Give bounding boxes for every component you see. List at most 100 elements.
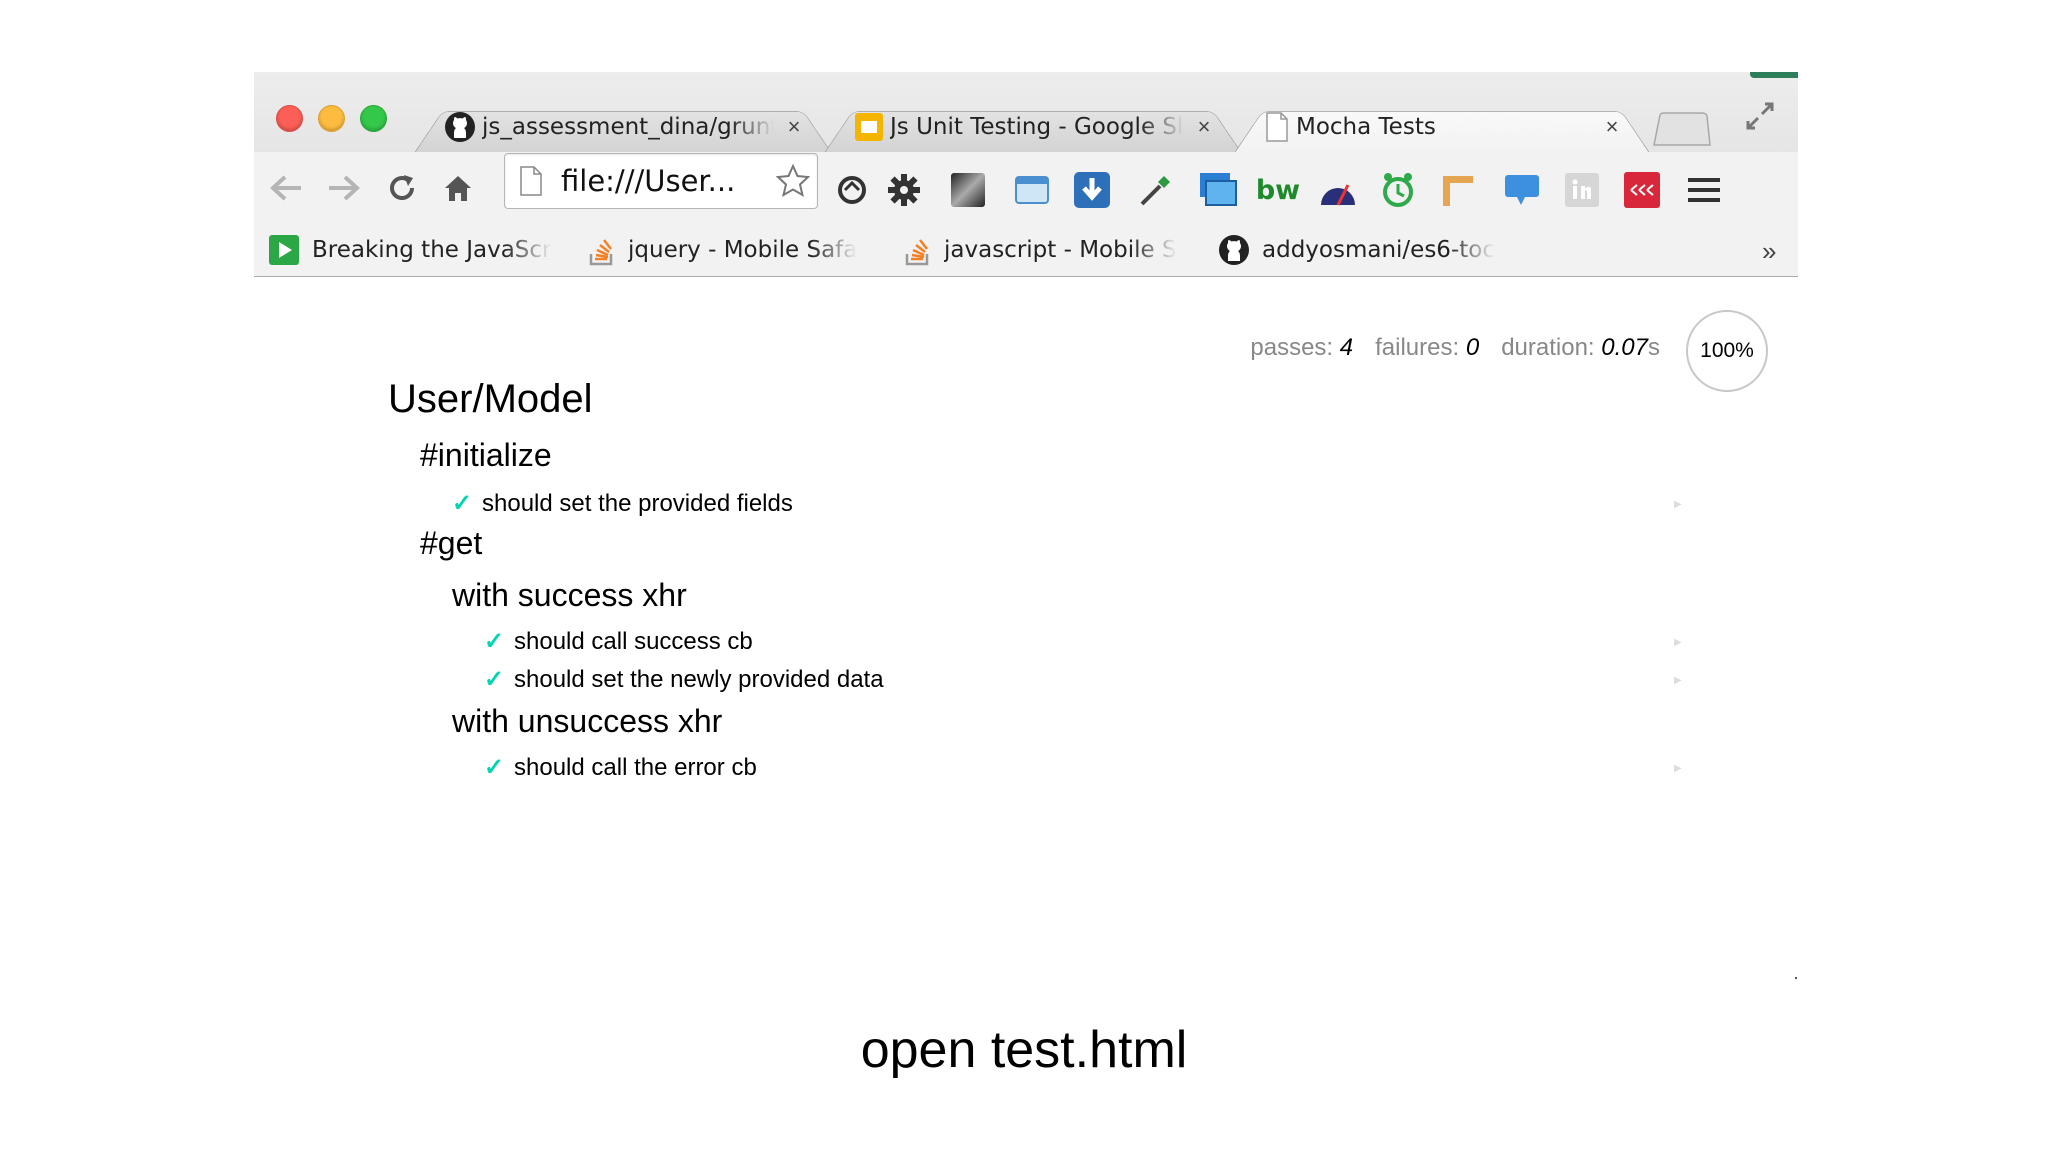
download-icon bbox=[1074, 172, 1110, 208]
download-extension[interactable] bbox=[1072, 170, 1112, 210]
screenshot-extension[interactable] bbox=[1198, 170, 1238, 210]
window-accent bbox=[1750, 72, 1798, 78]
duration-unit: s bbox=[1648, 334, 1660, 361]
speech-bubble-icon bbox=[1505, 175, 1539, 205]
alarm-extension[interactable] bbox=[1378, 170, 1418, 210]
suite-get-title[interactable]: #get bbox=[420, 525, 482, 562]
slide-caption: open test.html bbox=[860, 1021, 1188, 1079]
stackoverflow-icon bbox=[589, 239, 613, 266]
speed-extension[interactable] bbox=[1318, 170, 1358, 210]
bookmark-item[interactable]: Breaking the JavaScr bbox=[268, 234, 568, 266]
address-bar[interactable]: file:///User... bbox=[504, 153, 818, 209]
test-title: should call success cb bbox=[514, 627, 753, 655]
forward-button[interactable] bbox=[326, 170, 362, 206]
bw-extension[interactable]: bw bbox=[1255, 170, 1301, 210]
bookmarks-bar: Breaking the JavaScr jquery - Mobile Saf… bbox=[254, 224, 1798, 276]
tab-title: js_assessment_dina/grunt bbox=[482, 114, 774, 140]
test-item[interactable]: ✓ should call the error cb bbox=[484, 753, 1684, 782]
hamburger-menu-icon bbox=[1688, 178, 1720, 202]
bookmark-label: jquery - Mobile Safa bbox=[628, 237, 858, 263]
document-icon bbox=[1266, 112, 1288, 142]
tab-github-repo[interactable]: js_assessment_dina/grunt × bbox=[414, 102, 832, 153]
suite-success-title[interactable]: with success xhr bbox=[452, 577, 687, 614]
settings-extension[interactable] bbox=[884, 170, 924, 210]
home-button[interactable] bbox=[440, 170, 476, 206]
gear-icon bbox=[888, 174, 920, 206]
star-icon[interactable] bbox=[775, 163, 811, 199]
close-icon[interactable]: × bbox=[1192, 114, 1216, 139]
github-icon bbox=[445, 112, 475, 142]
passes-value: 4 bbox=[1339, 334, 1354, 361]
dark-extension[interactable] bbox=[948, 170, 988, 210]
test-title: should set the newly provided data bbox=[514, 665, 884, 693]
bookmark-item[interactable]: javascript - Mobile S bbox=[904, 234, 1194, 266]
tab-title: Js Unit Testing - Google Sl bbox=[890, 114, 1184, 140]
suite-title[interactable]: User/Model bbox=[388, 377, 593, 422]
red-box-icon bbox=[1624, 172, 1660, 208]
linkedin-extension[interactable] bbox=[1562, 170, 1602, 210]
suite-initialize-title[interactable]: #initialize bbox=[420, 437, 552, 474]
close-window-button[interactable] bbox=[276, 105, 303, 132]
duration-label: duration: bbox=[1501, 334, 1595, 361]
ruler-extension[interactable] bbox=[1438, 170, 1478, 210]
page-icon bbox=[520, 166, 542, 196]
replay-arrow-icon[interactable]: ▶ bbox=[1674, 499, 1682, 510]
test-item[interactable]: ✓ should call success cb bbox=[484, 627, 1684, 656]
zoom-window-button[interactable] bbox=[360, 105, 387, 132]
check-icon: ✓ bbox=[484, 754, 505, 781]
test-item[interactable]: ✓ should set the newly provided data bbox=[484, 665, 1684, 694]
close-icon[interactable]: × bbox=[782, 114, 806, 139]
tab-title: Mocha Tests bbox=[1296, 114, 1436, 140]
mocha-stats: passes: 4 failures: 0 duration: 0.07s bbox=[1250, 334, 1660, 362]
tab-google-slides[interactable]: Js Unit Testing - Google Sl × bbox=[824, 102, 1242, 153]
replay-arrow-icon[interactable]: ▶ bbox=[1674, 675, 1682, 686]
back-button[interactable] bbox=[268, 170, 304, 206]
replay-arrow-icon[interactable]: ▶ bbox=[1674, 763, 1682, 774]
slides-icon bbox=[855, 113, 883, 141]
screenshot-icon bbox=[1200, 173, 1237, 206]
test-item[interactable]: ✓ should set the provided fields bbox=[452, 489, 1652, 518]
eyedropper-icon bbox=[1140, 176, 1170, 206]
replay-arrow-icon[interactable]: ▶ bbox=[1674, 637, 1682, 648]
new-tab-button[interactable] bbox=[1650, 112, 1712, 146]
browser-window: js_assessment_dina/grunt × Js Unit Testi… bbox=[254, 72, 1798, 977]
duration-stat: duration: 0.07s bbox=[1501, 334, 1660, 362]
failures-label: failures: bbox=[1375, 334, 1460, 361]
monochrome-icon bbox=[951, 173, 985, 207]
progress-ring: 100% bbox=[1686, 310, 1768, 392]
bookmark-item[interactable]: addyosmani/es6-toc bbox=[1218, 234, 1518, 266]
chat-extension[interactable] bbox=[1502, 170, 1542, 210]
window-extension[interactable] bbox=[1012, 170, 1052, 210]
passes-stat[interactable]: passes: 4 bbox=[1250, 334, 1353, 362]
stackoverflow-icon bbox=[905, 239, 929, 266]
url-text[interactable]: file:///User... bbox=[561, 164, 735, 198]
page-content: passes: 4 failures: 0 duration: 0.07s 10… bbox=[254, 277, 1798, 977]
tab-mocha-tests[interactable]: Mocha Tests × bbox=[1234, 102, 1650, 153]
github-icon bbox=[1219, 235, 1249, 265]
menu-button[interactable] bbox=[1684, 170, 1724, 210]
bookmarks-overflow-button[interactable]: » bbox=[1762, 236, 1776, 267]
fullscreen-icon[interactable] bbox=[1744, 100, 1776, 132]
suite-unsuccess-title[interactable]: with unsuccess xhr bbox=[452, 703, 722, 740]
window-icon bbox=[1015, 176, 1049, 204]
stray-dot bbox=[1795, 977, 1797, 979]
reload-button[interactable] bbox=[384, 170, 420, 206]
browser-chrome: js_assessment_dina/grunt × Js Unit Testi… bbox=[254, 72, 1798, 277]
bw-logo-label: bw bbox=[1255, 174, 1301, 206]
duration-value: 0.07 bbox=[1601, 334, 1648, 361]
close-icon[interactable]: × bbox=[1600, 114, 1624, 139]
bookmark-item[interactable]: jquery - Mobile Safa bbox=[588, 234, 878, 266]
red-extension[interactable] bbox=[1622, 170, 1662, 210]
reload-icon bbox=[390, 175, 414, 200]
failures-stat[interactable]: failures: 0 bbox=[1375, 334, 1479, 362]
failures-value: 0 bbox=[1465, 334, 1480, 361]
bookmark-label: addyosmani/es6-toc bbox=[1262, 237, 1495, 263]
test-title: should call the error cb bbox=[514, 753, 757, 781]
linkedin-icon bbox=[1565, 173, 1599, 207]
minimize-window-button[interactable] bbox=[318, 105, 345, 132]
home-icon bbox=[445, 176, 471, 201]
sync-extension[interactable] bbox=[832, 170, 872, 210]
eyedropper-extension[interactable] bbox=[1136, 170, 1176, 210]
passes-label: passes: bbox=[1250, 334, 1334, 361]
sync-icon bbox=[838, 176, 866, 204]
